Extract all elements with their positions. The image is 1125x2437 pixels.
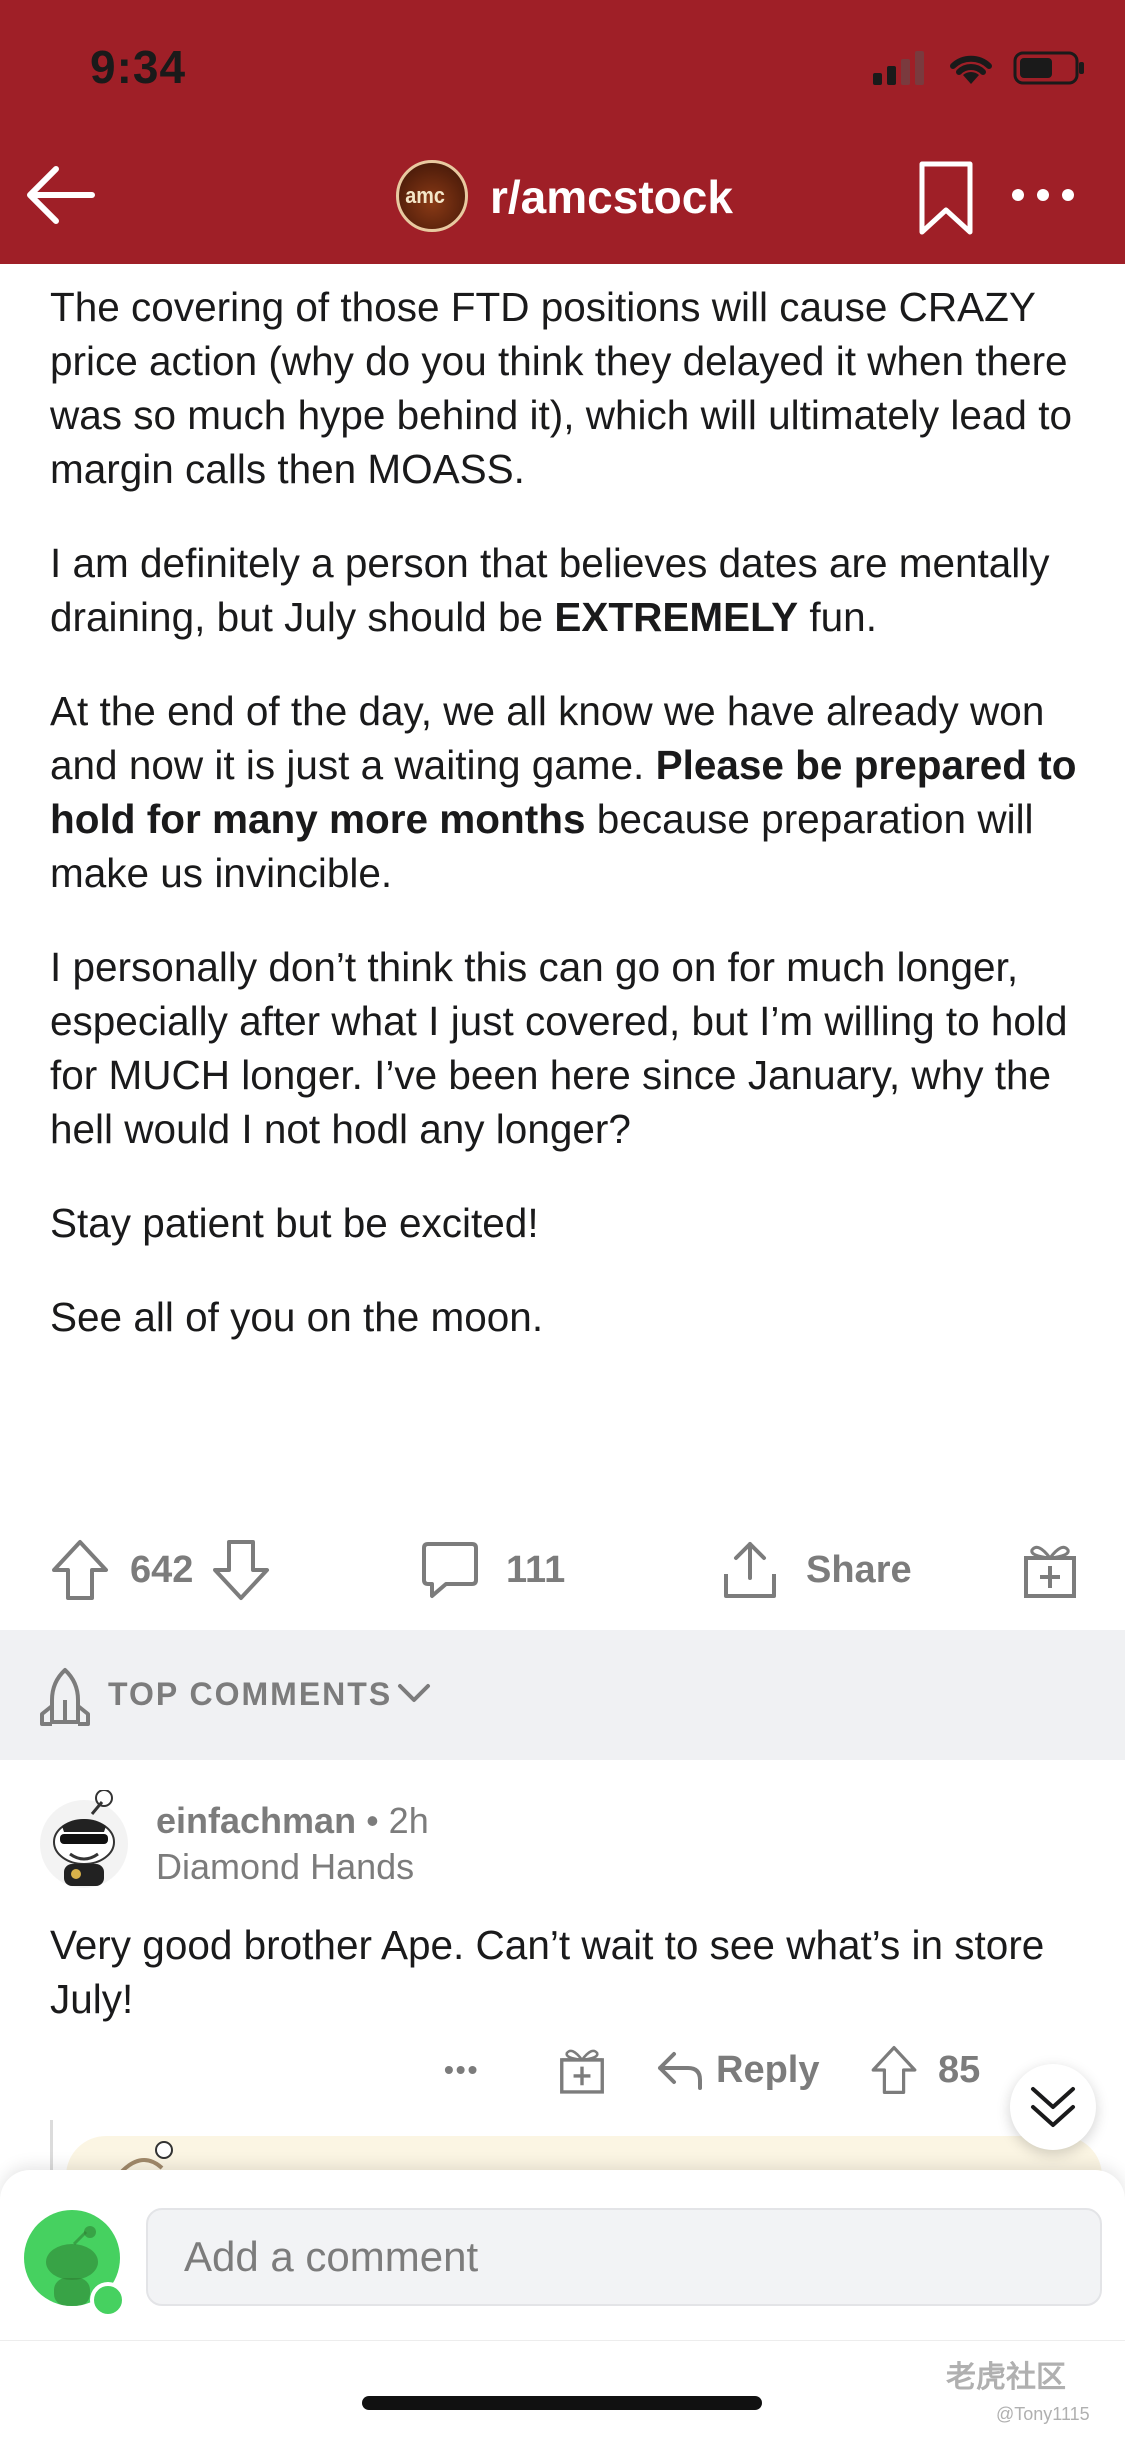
rocket-sort-icon xyxy=(40,1668,90,1726)
reply-button[interactable]: Reply xyxy=(656,2030,819,2110)
subreddit-name[interactable]: r/amcstock xyxy=(490,170,733,224)
comment-composer: Add a comment xyxy=(0,2170,1125,2340)
comment-vote-group: 85 xyxy=(870,2030,980,2110)
share-label: Share xyxy=(806,1548,912,1591)
subreddit-avatar-logo: amc xyxy=(405,183,445,208)
bookmark-icon[interactable] xyxy=(916,160,976,236)
signal-icon xyxy=(873,51,924,85)
top-app-bar: 9:34 amc r/amcstock xyxy=(0,0,1125,264)
watermark-user: @Tony1115 xyxy=(996,2404,1090,2424)
post-paragraph: The covering of those FTD positions will… xyxy=(50,284,1072,492)
upvote-icon[interactable] xyxy=(50,1538,110,1602)
post-paragraph: I am definitely a person that believes d… xyxy=(50,540,1050,640)
user-flair: Diamond Hands xyxy=(156,1846,415,1887)
post-body: The covering of those FTD positions will… xyxy=(50,280,1090,1384)
upvote-icon[interactable] xyxy=(870,2044,918,2096)
post-vote-count: 642 xyxy=(130,1548,194,1591)
post-paragraph: See all of you on the moon. xyxy=(50,1294,544,1340)
watermark-text: 老虎社区 xyxy=(946,2361,1066,2394)
jump-to-next-comment-button[interactable] xyxy=(1010,2064,1096,2150)
share-button[interactable]: Share xyxy=(720,1530,912,1610)
more-dots-icon: ••• xyxy=(444,2054,480,2085)
comment-username[interactable]: einfachman xyxy=(156,1800,356,1841)
share-icon xyxy=(724,1542,776,1598)
status-indicators xyxy=(873,50,1085,86)
gift-award-icon xyxy=(1024,1545,1076,1598)
home-indicator[interactable] xyxy=(362,2396,762,2410)
comment-author[interactable]: einfachman • 2h xyxy=(156,1800,429,1842)
comment-action-bar: ••• Reply 85 xyxy=(0,2030,1125,2110)
post-paragraph: At the end of the day, we all know we ha… xyxy=(50,688,1077,896)
chevron-down-icon xyxy=(398,1684,430,1702)
comment-award-button[interactable] xyxy=(556,2030,608,2110)
subreddit-avatar[interactable]: amc xyxy=(396,160,468,232)
post-paragraph: Stay patient but be excited! xyxy=(50,1200,539,1246)
back-arrow-icon[interactable] xyxy=(20,155,100,235)
sort-label: TOP COMMENTS xyxy=(108,1676,393,1712)
reply-label: Reply xyxy=(716,2048,820,2091)
comment-body: Very good brother Ape. Can’t wait to see… xyxy=(50,1922,1045,2022)
award-button[interactable] xyxy=(1020,1530,1080,1610)
post-paragraph: I personally don’t think this can go on … xyxy=(50,944,1068,1152)
wifi-icon xyxy=(950,55,992,84)
double-chevron-down-icon xyxy=(1031,2087,1075,2127)
more-options-icon[interactable] xyxy=(1008,180,1078,210)
comment-count: 111 xyxy=(506,1548,566,1591)
comment-timestamp: • 2h xyxy=(356,1800,429,1841)
downvote-icon[interactable] xyxy=(211,1538,271,1602)
battery-icon xyxy=(1013,51,1084,85)
online-status-dot xyxy=(90,2282,126,2318)
status-time: 9:34 xyxy=(90,41,187,93)
commenter-avatar[interactable] xyxy=(34,1790,134,1890)
gift-award-icon xyxy=(560,2049,604,2094)
post-vote-group: 642 xyxy=(50,1530,271,1610)
comments-button[interactable]: 111 xyxy=(420,1530,565,1610)
reply-arrow-icon xyxy=(658,2052,702,2090)
comment-bubble-icon xyxy=(422,1542,478,1598)
comment-vote-count: 85 xyxy=(938,2048,981,2091)
add-comment-input[interactable]: Add a comment xyxy=(146,2208,1102,2306)
comment-more-button[interactable]: ••• xyxy=(444,2030,479,2110)
post-action-bar: 642 111 Share xyxy=(0,1530,1125,1610)
comment-sort-bar[interactable]: TOP COMMENTS xyxy=(0,1630,1125,1760)
